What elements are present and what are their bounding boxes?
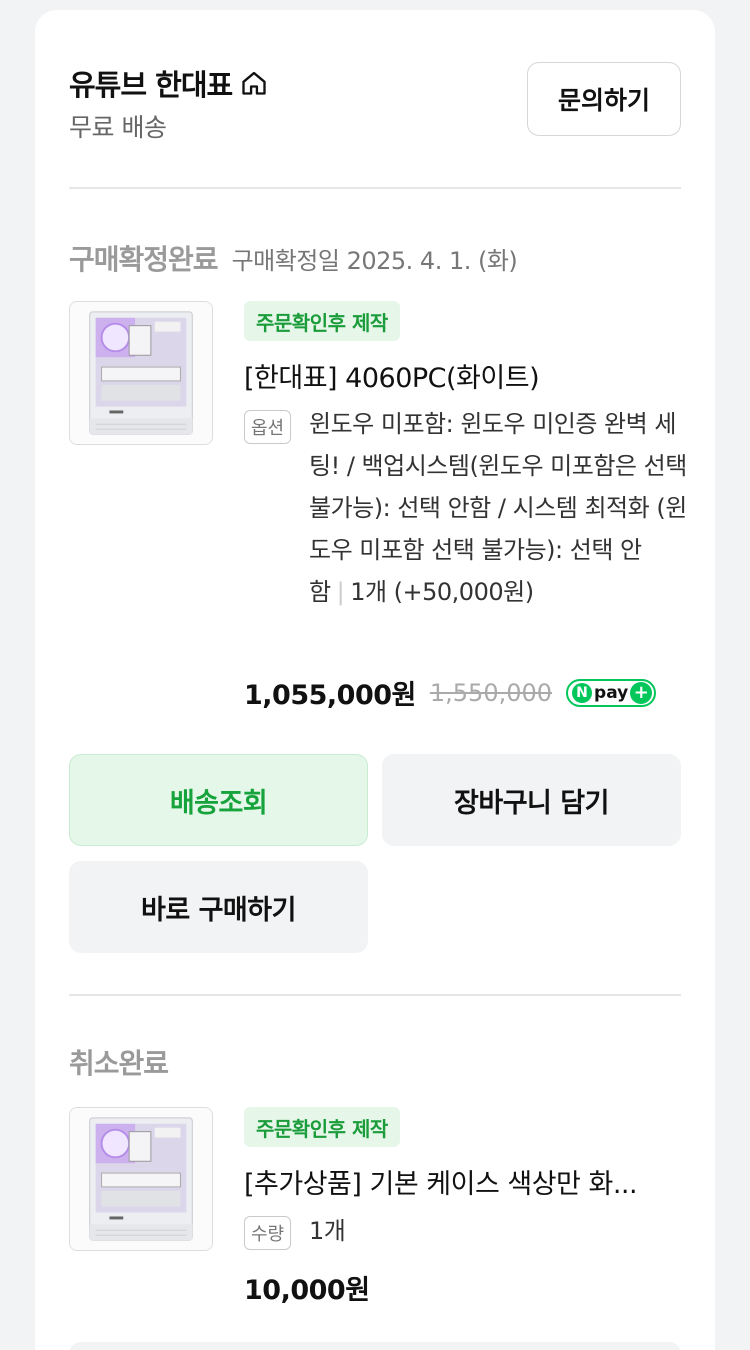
price: 10,000원	[244, 1275, 370, 1306]
product-name[interactable]: [추가상품] 기본 케이스 색상만 화...	[244, 1162, 638, 1201]
confirm-date: 구매확정일 2025. 4. 1. (화)	[231, 247, 518, 275]
divider	[69, 187, 681, 189]
made-to-order-badge: 주문확인후 제작	[244, 1107, 400, 1147]
action-button[interactable]	[69, 1342, 681, 1350]
price-row: 1,055,000원 1,550,000 N pay +	[244, 673, 657, 712]
separator: |	[336, 578, 345, 606]
npay-plus-logo: N pay +	[566, 678, 657, 707]
option-text: 윈도우 미포함: 윈도우 미인증 완벽 세팅! / 백업시스템(윈도우 미포함은…	[309, 410, 687, 606]
store-name[interactable]: 유튜브 한대표	[69, 62, 233, 104]
price-row: 10,000원	[244, 1268, 370, 1307]
option-quantity: 1개 (+50,000원)	[350, 578, 534, 606]
divider	[69, 994, 681, 996]
add-to-cart-button[interactable]: 장바구니 담기	[382, 754, 681, 846]
order-status: 취소완료	[69, 1047, 169, 1080]
order-card: 유튜브 한대표 무료 배송 문의하기 구매확정완료 구매확정일 2025. 4.…	[35, 10, 715, 1350]
npay-pay: pay	[594, 682, 629, 703]
option-details: 윈도우 미포함: 윈도우 미인증 완벽 세팅! / 백업시스템(윈도우 미포함은…	[309, 403, 689, 613]
order-status-row: 취소완료	[69, 1042, 169, 1082]
product-name[interactable]: [한대표] 4060PC(화이트)	[244, 356, 540, 395]
shipping-label: 무료 배송	[69, 113, 167, 142]
buy-now-button[interactable]: 바로 구매하기	[69, 861, 368, 953]
price: 1,055,000원	[244, 680, 416, 711]
made-to-order-badge: 주문확인후 제작	[244, 301, 400, 341]
track-delivery-button[interactable]: 배송조회	[69, 754, 368, 846]
quantity-value: 1개	[309, 1217, 346, 1245]
order-status-row: 구매확정완료 구매확정일 2025. 4. 1. (화)	[69, 238, 518, 278]
order-status: 구매확정완료	[69, 243, 219, 276]
product-thumbnail[interactable]	[69, 301, 213, 445]
original-price: 1,550,000	[429, 678, 553, 707]
plus-icon: +	[630, 681, 653, 704]
home-icon[interactable]	[240, 69, 268, 97]
product-thumbnail[interactable]	[69, 1107, 213, 1251]
quantity-tag: 수량	[244, 1216, 292, 1250]
store-header[interactable]: 유튜브 한대표	[69, 62, 268, 104]
option-tag: 옵션	[244, 410, 292, 444]
npay-n: N	[572, 682, 593, 703]
inquiry-button[interactable]: 문의하기	[527, 62, 681, 136]
